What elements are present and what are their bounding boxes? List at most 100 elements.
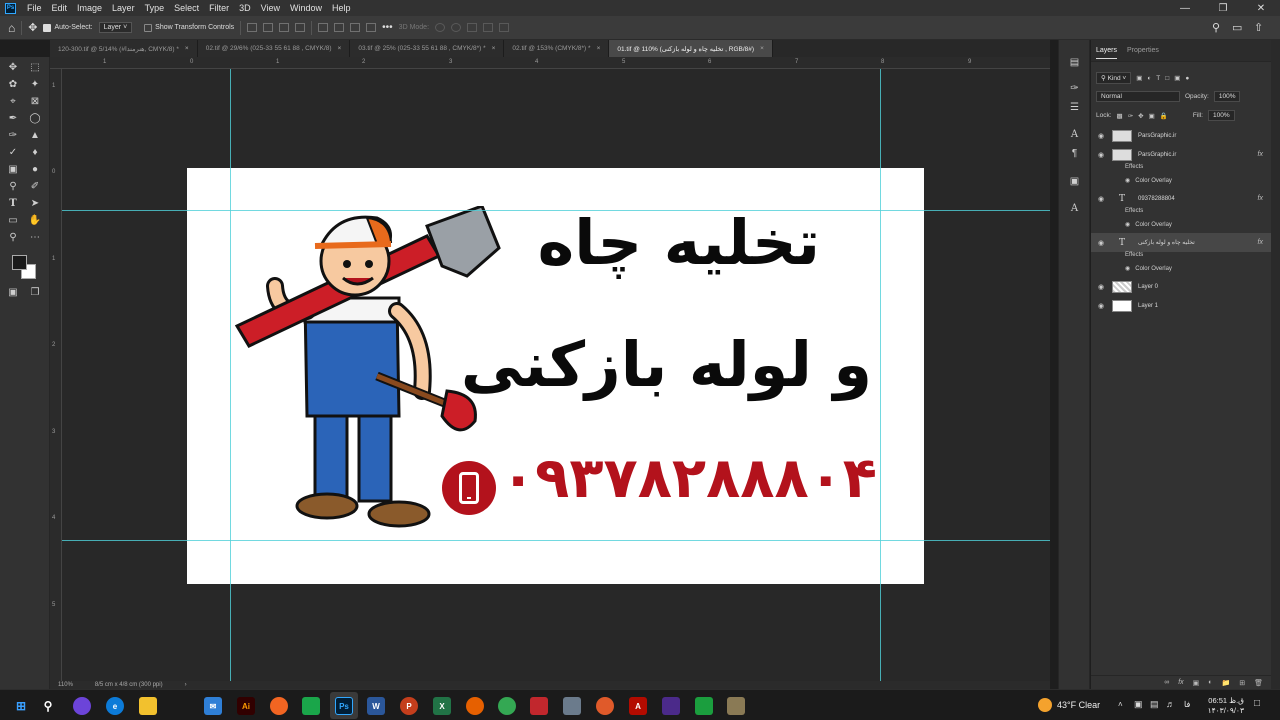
foreground-color-swatch[interactable] xyxy=(12,255,27,270)
acrobat-icon[interactable]: A xyxy=(629,697,647,715)
filter-shape-icon[interactable]: □ xyxy=(1165,75,1169,82)
tab-document-3[interactable]: 03.tif @ 25% (025-33 55 61 88 , CMYK/8*)… xyxy=(350,40,505,57)
language-indicator[interactable]: فا xyxy=(1184,700,1190,709)
weather-widget[interactable]: 43°F Clear xyxy=(1038,698,1100,712)
chevron-right-icon[interactable]: › xyxy=(185,682,187,688)
guide-line[interactable] xyxy=(62,210,1050,211)
close-tab-icon[interactable]: × xyxy=(597,45,601,52)
tab-document-4[interactable]: 02.tif @ 153% (CMYK/8*) * × xyxy=(504,40,610,57)
patch-tool-icon[interactable]: ◯ xyxy=(28,111,42,125)
lasso-tool-icon[interactable]: ✿ xyxy=(6,77,20,91)
menu-view[interactable]: View xyxy=(256,0,285,16)
link-layers-icon[interactable]: ∞ xyxy=(1164,679,1169,686)
move-tool-icon[interactable]: ✥ xyxy=(28,21,37,34)
menu-edit[interactable]: Edit xyxy=(47,0,73,16)
windows-start-icon[interactable]: ⊞ xyxy=(12,697,30,715)
brush-tool-icon[interactable]: ✑ xyxy=(6,128,20,142)
visibility-eye-icon[interactable]: ◉ xyxy=(1096,195,1106,203)
app-icon[interactable] xyxy=(727,697,745,715)
visibility-eye-icon[interactable]: ◉ xyxy=(1125,221,1130,228)
copilot-icon[interactable] xyxy=(73,697,91,715)
illustrator-icon[interactable]: Ai xyxy=(237,697,255,715)
fx-icon[interactable]: fx xyxy=(1258,195,1263,202)
app-icon[interactable] xyxy=(662,697,680,715)
guide-line[interactable] xyxy=(880,69,881,681)
visibility-eye-icon[interactable]: ◉ xyxy=(1125,177,1130,184)
photoshop-icon[interactable]: Ps xyxy=(335,697,353,715)
tab-document-5[interactable]: 01.tif @ 110% (تخلیه چاه و لوله بازکنی ,… xyxy=(609,40,773,57)
move-tool-icon[interactable]: ✥ xyxy=(6,60,20,74)
3d-slide-icon[interactable] xyxy=(483,23,494,32)
chevron-up-icon[interactable]: ˄ xyxy=(1118,700,1123,709)
workspace-icon[interactable]: ▭ xyxy=(1232,21,1242,34)
dodge-tool-icon[interactable]: ⚲ xyxy=(6,179,20,193)
color-overlay-row[interactable]: ◉ Color Overlay xyxy=(1125,265,1172,273)
3d-pan-icon[interactable] xyxy=(467,23,478,32)
adjustments-icon[interactable]: ☰ xyxy=(1068,101,1081,114)
app-icon[interactable] xyxy=(596,697,614,715)
opacity-input[interactable]: 100% xyxy=(1213,91,1241,102)
new-group-icon[interactable]: 📁 xyxy=(1222,679,1231,687)
stamp-tool-icon[interactable]: ▲ xyxy=(28,128,42,142)
tab-properties[interactable]: Properties xyxy=(1127,43,1159,58)
lock-artboard-icon[interactable]: ▣ xyxy=(1149,112,1155,120)
filter-smart-icon[interactable]: ▣ xyxy=(1174,74,1180,82)
fx-icon[interactable]: fx xyxy=(1258,239,1263,246)
tab-document-1[interactable]: 120-300.tif @ 5/14% (#هنرمندا, CMYK/8) *… xyxy=(50,40,198,57)
visibility-eye-icon[interactable]: ◉ xyxy=(1096,151,1106,159)
share-icon[interactable]: ⇧ xyxy=(1254,21,1263,34)
crop-tool-icon[interactable]: ⌖ xyxy=(6,94,20,108)
visibility-eye-icon[interactable]: ◉ xyxy=(1096,239,1106,247)
character-styles-icon[interactable]: A xyxy=(1068,202,1081,215)
tab-document-2[interactable]: 02.tif @ 29/6% (025-33 55 61 88 , CMYK/8… xyxy=(197,40,351,57)
layer-row[interactable]: ◉ Layer 0 xyxy=(1091,277,1271,296)
lock-pixels-icon[interactable]: ▩ xyxy=(1117,112,1123,120)
blend-mode-dropdown[interactable]: Normal xyxy=(1096,91,1180,102)
show-transform-option[interactable]: Show Transform Controls xyxy=(144,23,234,32)
app-icon[interactable] xyxy=(530,697,548,715)
kind-filter-dropdown[interactable]: ⚲ Kind ˅ xyxy=(1096,72,1132,84)
fill-input[interactable]: 100% xyxy=(1207,110,1235,121)
visibility-eye-icon[interactable]: ◉ xyxy=(1096,132,1106,140)
screen-mode-icon[interactable]: ❐ xyxy=(28,285,42,299)
3d-scale-icon[interactable] xyxy=(499,23,510,32)
menu-layer[interactable]: Layer xyxy=(107,0,140,16)
magic-wand-icon[interactable]: ✦ xyxy=(28,77,42,91)
add-mask-icon[interactable]: ▣ xyxy=(1193,679,1200,687)
layer-row-selected[interactable]: ◉ T تخلیه چاه و لوله بازکنی fx xyxy=(1091,233,1271,252)
align-right-icon[interactable] xyxy=(279,23,290,32)
mail-icon[interactable]: ✉ xyxy=(204,697,222,715)
visibility-eye-icon[interactable]: ◉ xyxy=(1096,302,1106,310)
excel-icon[interactable]: X xyxy=(433,697,451,715)
filter-type-icon[interactable]: T xyxy=(1156,75,1160,82)
tab-layers[interactable]: Layers xyxy=(1096,43,1118,59)
app-tray-icon[interactable]: ▣ xyxy=(1134,699,1143,710)
guide-line[interactable] xyxy=(62,540,1050,541)
effects-row[interactable]: Effects xyxy=(1125,208,1143,214)
adjustment-layer-icon[interactable]: ◐ xyxy=(1208,679,1212,686)
document-canvas[interactable]: تخلیه چاه و لوله بازکنی ۰۹۳۷۸۲۸۸۸۰۴ xyxy=(187,168,924,584)
menu-3d[interactable]: 3D xyxy=(234,0,256,16)
calculator-icon[interactable] xyxy=(563,697,581,715)
align-top-icon[interactable] xyxy=(318,23,329,32)
minimize-icon[interactable]: — xyxy=(1166,0,1204,16)
character-icon[interactable]: A xyxy=(1068,128,1081,141)
filter-adjustment-icon[interactable]: ◐ xyxy=(1147,75,1151,82)
path-select-icon[interactable]: ➤ xyxy=(28,196,42,210)
guide-line[interactable] xyxy=(230,69,231,681)
zoom-level[interactable]: 110% xyxy=(58,682,73,688)
filter-toggle-icon[interactable]: ● xyxy=(1185,75,1189,82)
visibility-eye-icon[interactable]: ◉ xyxy=(1125,265,1130,272)
menu-window[interactable]: Window xyxy=(285,0,327,16)
add-style-icon[interactable]: fx xyxy=(1178,679,1183,686)
close-tab-icon[interactable]: × xyxy=(185,45,189,52)
close-icon[interactable]: ✕ xyxy=(1242,0,1280,16)
edge-icon[interactable]: e xyxy=(106,697,124,715)
lock-image-icon[interactable]: ✑ xyxy=(1128,112,1133,120)
align-middle-icon[interactable] xyxy=(334,23,345,32)
align-bottom-icon[interactable] xyxy=(350,23,361,32)
distribute-icon[interactable] xyxy=(295,23,306,32)
firefox-icon[interactable] xyxy=(466,697,484,715)
effects-row[interactable]: Effects xyxy=(1125,252,1143,258)
app-icon[interactable] xyxy=(302,697,320,715)
